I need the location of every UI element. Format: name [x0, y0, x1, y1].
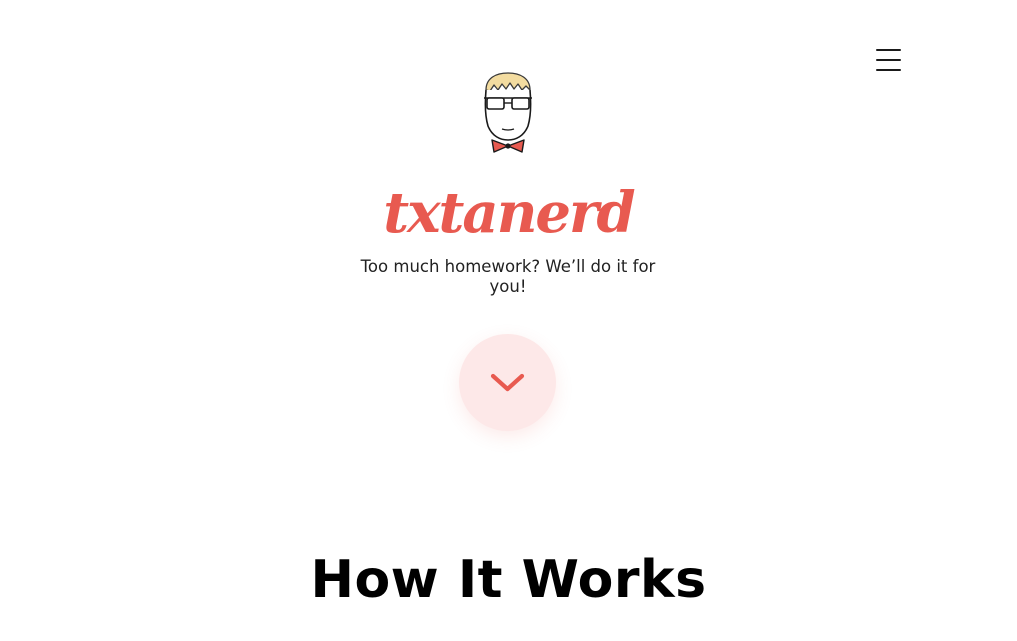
- scroll-down-button[interactable]: [459, 334, 556, 431]
- menu-button[interactable]: [876, 48, 903, 73]
- nerd-mascot-logo-icon: [478, 70, 538, 154]
- section-title: How It Works: [310, 550, 707, 610]
- menu-line: [876, 49, 901, 51]
- chevron-down-icon: [490, 373, 525, 392]
- brand-name: txtanerd: [383, 180, 635, 246]
- menu-line: [876, 69, 901, 71]
- tagline: Too much homework? We’ll do it for you!: [360, 257, 656, 296]
- menu-line: [876, 59, 901, 61]
